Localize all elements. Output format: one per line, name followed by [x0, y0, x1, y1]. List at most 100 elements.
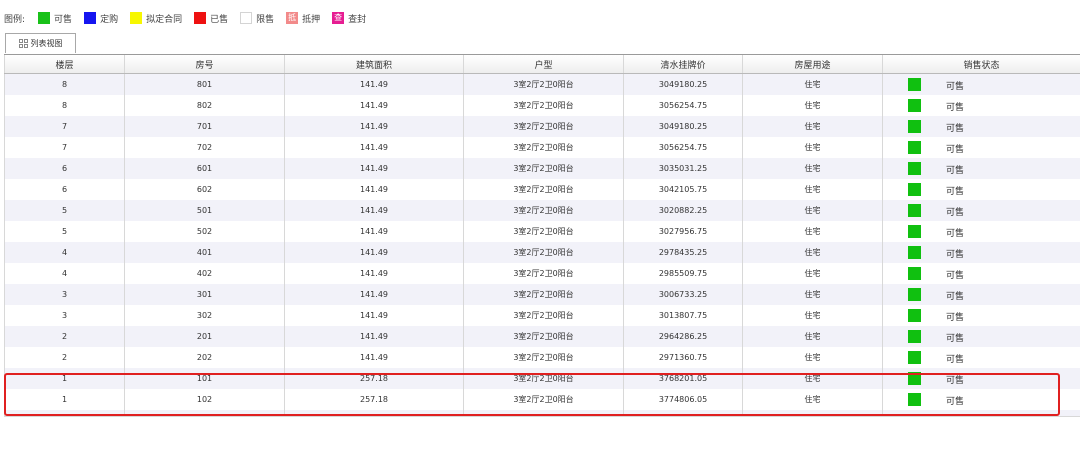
column-header-floor[interactable]: 楼层: [4, 55, 125, 74]
reserved-swatch-icon: [84, 12, 97, 24]
column-header-floor-area[interactable]: 建筑面积: [284, 55, 464, 74]
table-row[interactable]: 8 802 141.49 3室2厅2卫0阳台 3056254.75 住宅 可售: [4, 95, 1080, 116]
table-row[interactable]: 7 702 141.49 3室2厅2卫0阳台 3056254.75 住宅 可售: [4, 137, 1080, 158]
table-row[interactable]: 1 101 257.18 3室2厅2卫0阳台 3768201.05 住宅 可售: [4, 368, 1080, 389]
status-text: 可售: [946, 397, 965, 407]
status-available-icon: [908, 78, 921, 91]
sold-swatch-icon: [194, 12, 207, 24]
table-row[interactable]: 6 602 141.49 3室2厅2卫0阳台 3042105.75 住宅 可售: [4, 179, 1080, 200]
cell-floor: 6: [4, 179, 125, 200]
cell-floor: 6: [4, 158, 125, 179]
legend-item-mortgaged: 抵 抵押: [286, 12, 320, 25]
table-row[interactable]: 2 201 141.49 3室2厅2卫0阳台 2964286.25 住宅 可售: [4, 326, 1080, 347]
column-header-usage[interactable]: 房屋用途: [742, 55, 883, 74]
cell-floor-area: 141.49: [284, 73, 464, 95]
table-row[interactable]: 7 701 141.49 3室2厅2卫0阳台 3049180.25 住宅 可售: [4, 116, 1080, 137]
status-text: 可售: [946, 376, 965, 386]
cell-floor-area: 141.49: [284, 305, 464, 326]
cell-usage: 住宅: [742, 179, 883, 200]
cell-list-price: 2964286.25: [623, 326, 743, 347]
cell-room-number: 201: [124, 326, 285, 347]
cell-layout: 3室2厅2卫0阳台: [463, 242, 624, 263]
cell-list-price: 2978435.25: [623, 242, 743, 263]
legend-label: 定购: [100, 14, 119, 25]
column-header-list-price[interactable]: 清水挂牌价: [623, 55, 743, 74]
cell-floor: 4: [4, 263, 125, 284]
status-available-icon: [908, 183, 921, 196]
table-row[interactable]: 3 302 141.49 3室2厅2卫0阳台 3013807.75 住宅 可售: [4, 305, 1080, 326]
cell-usage: 住宅: [742, 200, 883, 221]
table-row[interactable]: 3 301 141.49 3室2厅2卫0阳台 3006733.25 住宅 可售: [4, 284, 1080, 305]
table-row[interactable]: 4 402 141.49 3室2厅2卫0阳台 2985509.75 住宅 可售: [4, 263, 1080, 284]
legend-label: 拟定合同: [146, 14, 183, 25]
table-row[interactable]: 2 202 141.49 3室2厅2卫0阳台 2971360.75 住宅 可售: [4, 347, 1080, 368]
cell-layout: 3室2厅2卫0阳台: [463, 347, 624, 368]
cell-room-number: 702: [124, 137, 285, 158]
cell-room-number: 102: [124, 389, 285, 410]
cell-usage: 住宅: [742, 95, 883, 116]
table-row[interactable]: 4 401 141.49 3室2厅2卫0阳台 2978435.25 住宅 可售: [4, 242, 1080, 263]
column-header-layout[interactable]: 户型: [463, 55, 624, 74]
status-text: 可售: [946, 250, 965, 260]
cell-floor: 5: [4, 200, 125, 221]
cell-list-price: 3042105.75: [623, 179, 743, 200]
status-available-icon: [908, 141, 921, 154]
seized-swatch-icon: 查: [332, 12, 345, 24]
column-header-room-number[interactable]: 房号: [124, 55, 285, 74]
cell-floor: 7: [4, 137, 125, 158]
cell-layout: 3室2厅2卫0阳台: [463, 263, 624, 284]
cell-floor-area: 141.49: [284, 95, 464, 116]
status-available-icon: [908, 267, 921, 280]
cell-floor-area: 141.49: [284, 200, 464, 221]
status-available-icon: [908, 99, 921, 112]
cell-list-price: 2985509.75: [623, 263, 743, 284]
cell-sales-status: 可售: [882, 158, 1080, 179]
cell-floor: 1: [4, 389, 125, 410]
cell-sales-status: 可售: [882, 116, 1080, 137]
cell-list-price: 3049180.25: [623, 116, 743, 137]
cell-layout: 3室2厅2卫0阳台: [463, 137, 624, 158]
status-available-icon: [908, 309, 921, 322]
status-text: 可售: [946, 82, 965, 92]
status-text: 可售: [946, 187, 965, 197]
table-row[interactable]: 5 502 141.49 3室2厅2卫0阳台 3027956.75 住宅 可售: [4, 221, 1080, 242]
column-header-sales-status[interactable]: 销售状态: [882, 55, 1080, 74]
cell-floor: 4: [4, 242, 125, 263]
legend-label: 已售: [210, 14, 229, 25]
cell-usage: 住宅: [742, 137, 883, 158]
legend-title: 图例:: [4, 14, 26, 25]
status-text: 可售: [946, 103, 965, 113]
cell-floor: 3: [4, 305, 125, 326]
legend-item-sold: 已售: [194, 12, 228, 25]
cell-list-price: 3027956.75: [623, 221, 743, 242]
table-row[interactable]: 6 601 141.49 3室2厅2卫0阳台 3035031.25 住宅 可售: [4, 158, 1080, 179]
available-swatch-icon: [38, 12, 51, 24]
cell-sales-status: 可售: [882, 95, 1080, 116]
empty-cell: [463, 410, 624, 417]
cell-room-number: 202: [124, 347, 285, 368]
cell-floor: 3: [4, 284, 125, 305]
cell-floor-area: 141.49: [284, 347, 464, 368]
tab-list-view[interactable]: 列表视图: [5, 33, 76, 53]
table-footer-row: [4, 410, 1080, 417]
cell-list-price: 3774806.05: [623, 389, 743, 410]
table-row[interactable]: 1 102 257.18 3室2厅2卫0阳台 3774806.05 住宅 可售: [4, 389, 1080, 410]
cell-layout: 3室2厅2卫0阳台: [463, 368, 624, 389]
cell-floor-area: 141.49: [284, 284, 464, 305]
cell-room-number: 302: [124, 305, 285, 326]
cell-sales-status: 可售: [882, 368, 1080, 389]
cell-usage: 住宅: [742, 73, 883, 95]
legend-item-available: 可售: [38, 12, 72, 25]
table-row[interactable]: 8 801 141.49 3室2厅2卫0阳台 3049180.25 住宅 可售: [4, 73, 1080, 95]
cell-sales-status: 可售: [882, 200, 1080, 221]
status-text: 可售: [946, 313, 965, 323]
status-text: 可售: [946, 208, 965, 218]
table-row[interactable]: 5 501 141.49 3室2厅2卫0阳台 3020882.25 住宅 可售: [4, 200, 1080, 221]
cell-floor: 2: [4, 347, 125, 368]
cell-floor: 8: [4, 73, 125, 95]
cell-floor-area: 141.49: [284, 263, 464, 284]
cell-usage: 住宅: [742, 284, 883, 305]
cell-room-number: 401: [124, 242, 285, 263]
cell-layout: 3室2厅2卫0阳台: [463, 116, 624, 137]
cell-list-price: 3020882.25: [623, 200, 743, 221]
